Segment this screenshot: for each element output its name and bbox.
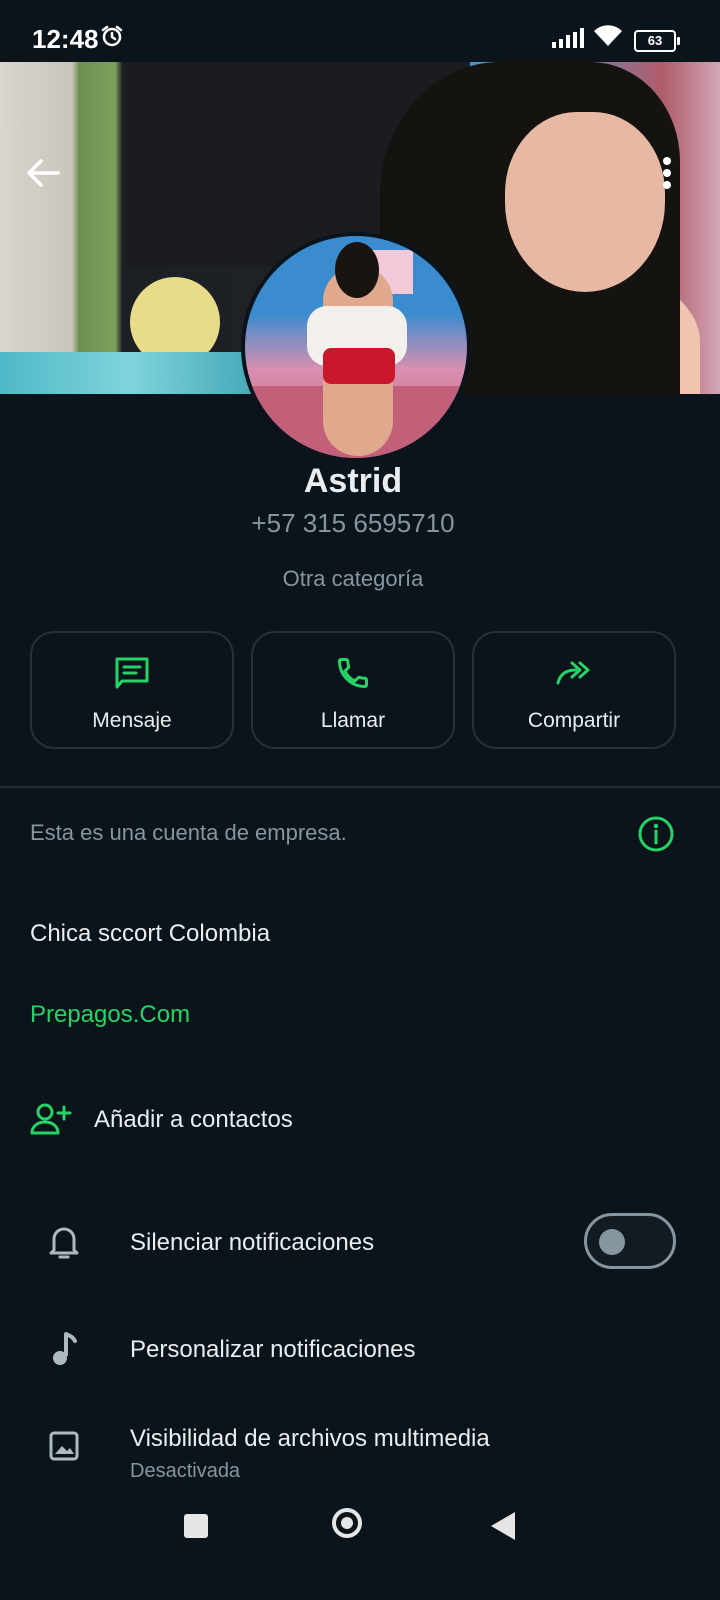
image-icon (48, 1430, 80, 1467)
call-button[interactable]: Llamar (251, 631, 455, 749)
contact-name: Astrid (303, 462, 403, 500)
music-note-icon (48, 1330, 80, 1373)
mute-notifications-label: Silenciar notificaciones (130, 1229, 375, 1256)
avatar-shorts (323, 348, 395, 384)
phone-icon (253, 655, 453, 691)
call-label: Llamar (320, 709, 386, 732)
status-bar: 12:48 63 (0, 0, 720, 64)
section-divider (0, 786, 720, 788)
add-contact-icon[interactable] (30, 1103, 72, 1140)
alarm-icon (100, 24, 124, 53)
business-account-notice: Esta es una cuenta de empresa. (30, 820, 347, 845)
more-vertical-icon[interactable] (660, 156, 674, 195)
share-button[interactable]: Compartir (472, 631, 676, 749)
bell-icon (48, 1223, 80, 1266)
arrow-left-icon[interactable] (26, 158, 60, 193)
message-label: Mensaje (92, 709, 172, 732)
share-icon (474, 655, 674, 691)
cover-face (505, 112, 665, 292)
business-category: Otra categoría (282, 566, 424, 591)
back-button[interactable] (491, 1512, 515, 1540)
custom-notifications-item[interactable]: Personalizar notificaciones (130, 1336, 415, 1364)
mute-notifications-toggle[interactable] (584, 1213, 676, 1269)
message-button[interactable]: Mensaje (30, 631, 234, 749)
share-label: Compartir (527, 709, 621, 732)
battery-icon: 63 (634, 30, 680, 52)
media-visibility-value: Desactivada (130, 1460, 241, 1482)
recent-apps-button[interactable] (184, 1514, 208, 1538)
home-button[interactable] (332, 1508, 362, 1538)
business-description: Chica sccort Colombia (30, 920, 271, 947)
cover-blanket (0, 352, 260, 394)
contact-phone[interactable]: +57 315 6595710 (0, 508, 706, 539)
media-visibility-item[interactable]: Visibilidad de archivos multimedia (130, 1425, 490, 1453)
message-icon (32, 655, 232, 691)
toggle-knob (599, 1229, 625, 1255)
info-icon[interactable] (637, 815, 675, 858)
status-time: 12:48 (32, 24, 99, 54)
avatar-hair (335, 242, 379, 298)
add-to-contacts-button[interactable]: Añadir a contactos (94, 1106, 293, 1134)
wifi-icon (593, 24, 623, 53)
profile-avatar[interactable] (241, 232, 471, 462)
signal-icon (552, 28, 586, 53)
business-website-link[interactable]: Prepagos.Com (30, 1001, 190, 1029)
